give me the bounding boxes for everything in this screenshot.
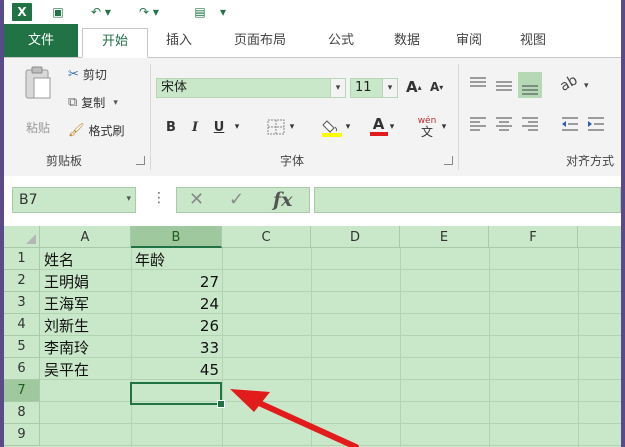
copy-icon: ⧉	[68, 95, 78, 110]
alignment-buttons: ab ▾	[470, 72, 604, 131]
clipboard-group-label: 剪贴板	[46, 154, 83, 168]
tab-data[interactable]: 数据	[382, 28, 432, 54]
tab-home[interactable]: 开始	[82, 28, 148, 58]
redo-icon[interactable]: ↷ ▾	[138, 3, 160, 21]
italic-icon: I	[191, 119, 199, 135]
align-bottom-icon[interactable]	[518, 72, 542, 98]
name-box-value: B7	[19, 192, 38, 208]
grow-font-icon: A	[406, 78, 418, 96]
chevron-down-icon[interactable]: ▾	[382, 79, 397, 97]
ribbon-home: 粘贴 ✂ 剪切 ⧉ 复制 ▾ 🖌 格式刷 剪贴板 宋体 ▾ 11 ▾ A ▴ A…	[4, 58, 621, 177]
ribbon-tabs: 文件 开始 插入 页面布局 公式 数据 审阅 视图	[4, 24, 621, 58]
align-right-icon[interactable]	[522, 117, 538, 131]
paint-bucket-icon	[321, 120, 342, 137]
align-center-icon[interactable]	[496, 117, 512, 131]
align-middle-icon[interactable]	[496, 81, 512, 91]
chevron-down-icon[interactable]: ▾	[438, 116, 450, 138]
underline-dropdown-icon[interactable]: ▾	[230, 116, 244, 138]
wen-label: 文	[420, 124, 433, 139]
cut-button[interactable]: ✂ 剪切	[68, 66, 107, 83]
italic-button[interactable]: I	[186, 116, 204, 138]
arrow-shaft	[245, 395, 359, 447]
copy-label: 复制	[81, 96, 106, 110]
font-name-value: 宋体	[161, 80, 188, 95]
tab-review[interactable]: 审阅	[444, 28, 494, 54]
chevron-down-icon[interactable]: ▾	[330, 79, 345, 97]
align-top-icon[interactable]	[470, 77, 486, 87]
formula-buttons: ✕ ✓ fx	[176, 187, 310, 213]
font-name-dropdown[interactable]: 宋体 ▾	[156, 78, 346, 98]
group-separator	[150, 64, 151, 170]
annotation-arrow	[230, 389, 359, 447]
quick-access-toolbar: X ▣ ↶ ▾ ↷ ▾ ▤ ▾	[4, 0, 621, 24]
paste-label: 粘贴	[25, 121, 50, 135]
font-color-button[interactable]: A ▾	[362, 115, 402, 138]
scissors-icon: ✂	[68, 67, 79, 82]
form-icon[interactable]: ▤	[190, 3, 210, 21]
font-size-value: 11	[355, 80, 372, 95]
save-icon[interactable]: ▣	[48, 3, 68, 21]
underline-button[interactable]: U	[210, 116, 228, 138]
chevron-down-icon[interactable]: ▾	[290, 122, 295, 132]
down-caret-icon: ▾	[439, 82, 444, 92]
font-launcher-icon[interactable]	[444, 156, 453, 165]
copy-dropdown-icon[interactable]: ▾	[113, 98, 118, 108]
bold-button[interactable]: B	[162, 116, 180, 138]
shrink-font-icon: A	[430, 80, 440, 94]
svg-text:ab: ab	[557, 72, 580, 95]
font-color-icon: A	[372, 115, 385, 133]
clipboard-launcher-icon[interactable]	[136, 156, 145, 165]
increase-indent-icon[interactable]	[588, 117, 604, 131]
borders-button[interactable]: ▾	[260, 116, 300, 138]
splitter-handle[interactable]: ⋮	[152, 190, 166, 206]
tab-file[interactable]: 文件	[4, 24, 78, 57]
format-painter-button[interactable]: 🖌 格式刷	[68, 122, 125, 139]
undo-icon[interactable]: ↶ ▾	[90, 3, 112, 21]
paintbrush-icon: 🖌	[68, 123, 85, 138]
customize-toolbar-icon[interactable]: ▾	[216, 3, 230, 21]
alignment-group-label: 对齐方式	[566, 154, 615, 168]
bold-icon: B	[166, 119, 176, 135]
tab-view[interactable]: 视图	[508, 28, 558, 54]
cancel-icon[interactable]: ✕	[189, 188, 204, 212]
name-box[interactable]: B7 ▾	[12, 187, 136, 213]
underline-icon: U	[213, 119, 225, 135]
grow-font-button[interactable]: A ▴	[406, 78, 422, 96]
align-left-icon[interactable]	[470, 117, 486, 131]
svg-text:▾: ▾	[584, 81, 589, 91]
decrease-indent-icon[interactable]	[562, 117, 578, 131]
insert-function-icon[interactable]: fx	[273, 188, 293, 212]
copy-button[interactable]: ⧉ 复制 ▾	[68, 94, 118, 111]
shrink-font-button[interactable]: A ▾	[430, 80, 443, 94]
excel-window: X ▣ ↶ ▾ ↷ ▾ ▤ ▾ 文件 开始 插入 页面布局 公式 数据 审阅 视…	[4, 0, 621, 447]
font-color-swatch	[369, 132, 388, 136]
worksheet-grid[interactable]: A B C D E F 1 2 3 4 5 6 7 8 9 姓名 年龄 王明娟 …	[4, 226, 621, 447]
up-caret-icon: ▴	[417, 82, 422, 92]
clipboard-icon	[25, 66, 51, 99]
fill-color-button[interactable]: ▾	[316, 116, 356, 138]
paste-button[interactable]: 粘贴	[18, 66, 58, 136]
borders-icon	[267, 119, 285, 135]
tab-page-layout[interactable]: 页面布局	[224, 28, 296, 54]
chevron-down-icon[interactable]: ▾	[346, 122, 351, 132]
chevron-down-icon[interactable]: ▾	[126, 194, 131, 204]
tab-formulas[interactable]: 公式	[316, 28, 366, 54]
format-painter-label: 格式刷	[88, 124, 125, 138]
enter-icon[interactable]: ✓	[229, 188, 244, 212]
formula-bar: B7 ▾ ⋮ ✕ ✓ fx	[4, 176, 621, 226]
tab-insert[interactable]: 插入	[154, 28, 204, 54]
orientation-icon[interactable]: ab ▾	[557, 72, 589, 95]
cut-label: 剪切	[82, 68, 107, 82]
formula-input[interactable]	[314, 187, 621, 213]
font-group-label: 字体	[280, 154, 305, 168]
chevron-down-icon[interactable]: ▾	[390, 122, 395, 132]
font-size-dropdown[interactable]: 11 ▾	[350, 78, 398, 98]
group-separator	[458, 64, 459, 170]
excel-logo-icon: X	[12, 3, 32, 21]
